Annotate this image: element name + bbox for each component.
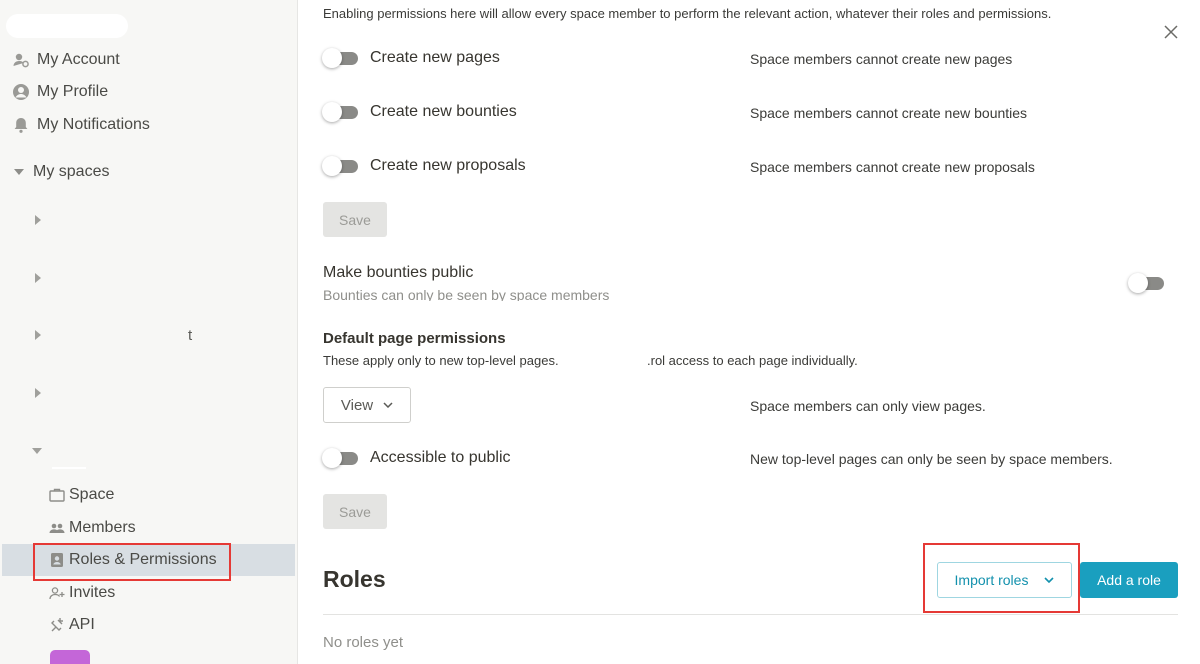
bounties-public-title: Make bounties public: [323, 264, 474, 281]
sidebar-item-api[interactable]: API: [48, 613, 95, 637]
bounties-public-toggle[interactable]: [1128, 273, 1164, 293]
sidebar-item-label: My Profile: [37, 83, 109, 100]
create-pages-label: Create new pages: [370, 49, 500, 66]
sidebar-item-my-profile[interactable]: My Profile: [12, 80, 108, 104]
invite-icon: [48, 584, 66, 602]
chevron-down-icon: [383, 402, 393, 408]
avatar[interactable]: [50, 650, 90, 664]
members-icon: [48, 519, 66, 537]
create-bounties-label: Create new bounties: [370, 103, 517, 120]
select-value: View: [340, 396, 374, 414]
sidebar-item-invites[interactable]: Invites: [48, 581, 115, 605]
create-pages-toggle[interactable]: [322, 48, 358, 68]
create-bounties-toggle[interactable]: [322, 102, 358, 122]
save-permissions-button[interactable]: Save: [323, 202, 387, 237]
import-roles-button[interactable]: Import roles: [937, 562, 1072, 598]
briefcase-icon: [48, 486, 66, 504]
chevron-down-icon: [1044, 577, 1055, 583]
workspace-name-placeholder[interactable]: [6, 14, 128, 38]
default-permissions-title: Default page permissions: [323, 330, 506, 347]
chevron-down-icon[interactable]: [32, 448, 42, 454]
sidebar-item-label: My Notifications: [37, 116, 150, 133]
my-spaces-toggle[interactable]: My spaces: [14, 160, 109, 184]
account-icon: [12, 51, 30, 69]
close-button[interactable]: [1161, 22, 1181, 42]
no-roles-text: No roles yet: [323, 634, 404, 651]
add-role-button[interactable]: Add a role: [1080, 562, 1178, 598]
sidebar: My Account My Profile My Notifications M…: [0, 0, 298, 664]
settings-panel: Enabling permissions here will allow eve…: [299, 0, 1200, 664]
create-proposals-toggle[interactable]: [322, 156, 358, 176]
create-bounties-desc: Space members cannot create new bounties: [750, 105, 1028, 121]
chevron-down-icon: [14, 169, 24, 175]
accessible-public-label: Accessible to public: [370, 449, 511, 466]
default-permissions-desc: These apply only to new top-level pages.: [323, 353, 559, 368]
permissions-intro: Enabling permissions here will allow eve…: [323, 6, 1052, 21]
default-permission-desc: Space members can only view pages.: [750, 398, 986, 414]
roles-title: Roles: [323, 566, 386, 592]
save-default-permissions-button[interactable]: Save: [323, 494, 387, 529]
bell-icon: [12, 116, 30, 134]
default-permission-select[interactable]: View: [323, 387, 411, 423]
sidebar-item-label: My Account: [37, 51, 120, 68]
create-proposals-desc: Space members cannot create new proposal…: [750, 159, 1035, 175]
sidebar-item-label: Members: [69, 519, 136, 536]
api-icon: [48, 616, 66, 634]
my-spaces-label: My spaces: [33, 163, 110, 180]
profile-icon: [12, 83, 30, 101]
roles-divider: [323, 614, 1178, 615]
space-name-fragment: t: [188, 327, 193, 344]
accessible-public-toggle[interactable]: [322, 448, 358, 468]
sidebar-item-label: API: [69, 616, 95, 633]
sidebar-item-label: Space: [69, 486, 115, 503]
create-proposals-label: Create new proposals: [370, 157, 526, 174]
chevron-right-icon[interactable]: [35, 388, 41, 398]
create-pages-desc: Space members cannot create new pages: [750, 51, 1013, 67]
space-name-placeholder: [52, 467, 86, 469]
accessible-public-desc: New top-level pages can only be seen by …: [750, 451, 1113, 467]
sidebar-item-space[interactable]: Space: [48, 483, 114, 507]
chevron-right-icon[interactable]: [35, 273, 41, 283]
highlight-box-roles: [33, 543, 231, 581]
chevron-right-icon[interactable]: [35, 215, 41, 225]
close-icon: [1164, 25, 1178, 39]
default-permissions-desc-tail: .rol access to each page individually.: [647, 353, 858, 368]
sidebar-item-label: Invites: [69, 584, 116, 601]
sidebar-item-my-notifications[interactable]: My Notifications: [12, 113, 150, 137]
sidebar-item-members[interactable]: Members: [48, 516, 136, 540]
bounties-public-desc: Bounties can only be seen by space membe…: [323, 287, 610, 301]
sidebar-item-my-account[interactable]: My Account: [12, 48, 120, 72]
import-roles-label: Import roles: [954, 572, 1029, 588]
chevron-right-icon[interactable]: [35, 330, 41, 340]
